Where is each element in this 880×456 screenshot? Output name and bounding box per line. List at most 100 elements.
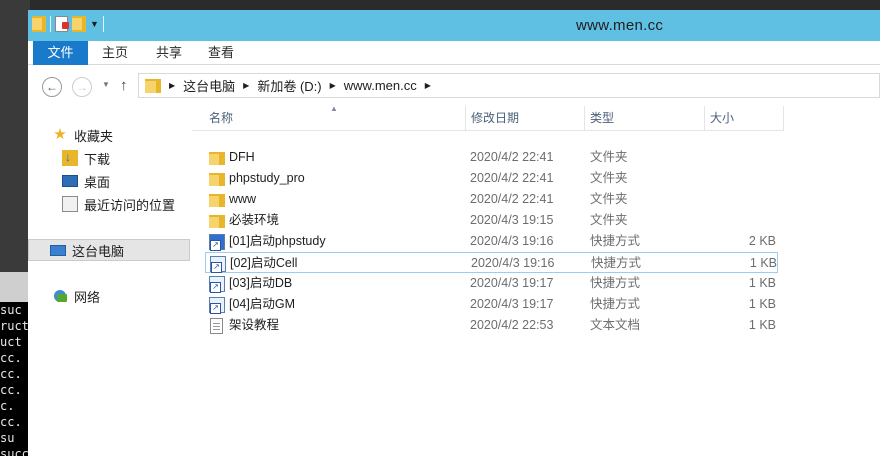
file-row[interactable]: www 2020/4/2 22:41 文件夹	[204, 189, 779, 210]
background-window	[0, 0, 30, 272]
downloads-icon	[62, 150, 78, 166]
file-date: 2020/4/2 22:41	[470, 171, 554, 185]
shortcut-icon	[210, 255, 226, 273]
file-name: 架设教程	[229, 318, 280, 332]
file-name: [02]启动Cell	[230, 256, 298, 270]
file-row[interactable]: [03]启动DB 2020/4/3 19:17 快捷方式 1 KB	[204, 273, 779, 294]
file-size	[744, 210, 776, 231]
separator	[50, 16, 51, 32]
file-row[interactable]: [04]启动GM 2020/4/3 19:17 快捷方式 1 KB	[204, 294, 779, 315]
file-name: www	[229, 192, 257, 206]
file-size: 2 KB	[748, 234, 776, 248]
file-row[interactable]: phpstudy_pro 2020/4/2 22:41 文件夹	[204, 168, 779, 189]
file-size: 1 KB	[749, 256, 777, 270]
file-type: 文件夹	[590, 171, 628, 185]
file-size: 1 KB	[748, 297, 776, 311]
folder-icon	[209, 214, 225, 228]
file-type: 快捷方式	[590, 276, 641, 290]
sidebar-item-this-pc[interactable]: 这台电脑	[28, 239, 190, 261]
window-title: www.men.cc	[576, 17, 664, 34]
recent-places-icon	[62, 196, 78, 212]
console-line: succ	[0, 447, 28, 456]
breadcrumb-current-folder[interactable]: www.men.cc	[344, 78, 417, 93]
file-type: 文件夹	[590, 192, 628, 206]
folder-icon	[32, 16, 46, 32]
file-name: DFH	[229, 150, 255, 164]
file-type: 文件夹	[590, 213, 628, 227]
customize-toolbar-icon[interactable]: ▼	[90, 19, 99, 29]
column-header-type[interactable]: 类型	[585, 106, 705, 131]
chevron-right-icon[interactable]: ▶	[425, 81, 431, 90]
navigation-bar: ← → ▼ ↑ ▶ 这台电脑 ▶ 新加卷 (D:) ▶ www.men.cc ▶	[28, 66, 880, 106]
separator	[102, 16, 104, 32]
shortcut-icon	[209, 296, 225, 314]
sidebar-item-label: 下载	[84, 151, 111, 167]
file-type: 文件夹	[590, 150, 628, 164]
console-line: cc.	[0, 367, 22, 381]
file-size	[744, 189, 776, 210]
file-type: 文本文档	[590, 318, 641, 332]
console-line: suc	[0, 303, 22, 317]
sidebar-item-favorites[interactable]: ★ 收藏夹	[52, 124, 113, 146]
file-date: 2020/4/2 22:53	[470, 318, 554, 332]
breadcrumb-this-pc[interactable]: 这台电脑	[183, 76, 235, 95]
column-header-date[interactable]: 修改日期	[466, 106, 585, 131]
back-button[interactable]: ←	[42, 77, 62, 97]
shortcut-icon	[209, 233, 225, 251]
file-name: 必装环境	[229, 213, 280, 227]
file-name: [03]启动DB	[229, 276, 293, 290]
file-date: 2020/4/2 22:41	[470, 192, 554, 206]
text-document-icon	[210, 317, 223, 334]
console-titlebar	[0, 272, 28, 302]
chevron-right-icon[interactable]: ▶	[330, 81, 336, 90]
console-line: uct	[0, 335, 22, 349]
recent-locations-dropdown[interactable]: ▼	[102, 80, 110, 89]
file-size: 1 KB	[748, 318, 776, 332]
file-name: [01]启动phpstudy	[229, 234, 326, 248]
file-row[interactable]: 架设教程 2020/4/2 22:53 文本文档 1 KB	[204, 315, 779, 336]
file-date: 2020/4/3 19:16	[470, 234, 554, 248]
properties-icon[interactable]	[55, 16, 69, 32]
tab-view[interactable]: 查看	[208, 41, 234, 65]
column-header-row: 名称 修改日期 类型 大小	[192, 106, 784, 131]
tab-file[interactable]: 文件	[33, 41, 88, 65]
folder-icon	[209, 193, 225, 207]
quick-access-toolbar: ▼	[32, 16, 104, 32]
console-line: cc.	[0, 415, 22, 429]
console-line: c.	[0, 399, 15, 413]
file-row[interactable]: 必装环境 2020/4/3 19:15 文件夹	[204, 210, 779, 231]
column-header-size[interactable]: 大小	[705, 106, 784, 131]
file-type: 快捷方式	[591, 256, 642, 270]
new-folder-icon[interactable]	[72, 16, 86, 32]
tab-share[interactable]: 共享	[156, 41, 182, 65]
console-line: su	[0, 431, 15, 445]
column-header-name[interactable]: 名称	[204, 106, 466, 131]
folder-icon	[209, 172, 225, 186]
file-row-hovered[interactable]: [02]启动Cell 2020/4/3 19:16 快捷方式 1 KB	[205, 252, 778, 273]
address-bar[interactable]: ▶ 这台电脑 ▶ 新加卷 (D:) ▶ www.men.cc ▶	[138, 73, 880, 98]
file-row[interactable]: [01]启动phpstudy 2020/4/3 19:16 快捷方式 2 KB	[204, 231, 779, 252]
computer-icon	[50, 244, 66, 256]
sidebar-item-downloads[interactable]: 下载	[62, 147, 110, 169]
breadcrumb-drive-d[interactable]: 新加卷 (D:)	[257, 76, 321, 95]
chevron-right-icon[interactable]: ▶	[169, 81, 175, 90]
console-line: cc.	[0, 351, 22, 365]
file-size: 1 KB	[748, 276, 776, 290]
explorer-window: ▼ www.men.cc 文件 主页 共享 查看 ← → ▼ ↑ ▶ 这台电脑 …	[28, 10, 880, 456]
sidebar-item-desktop[interactable]: 桌面	[62, 170, 110, 192]
sidebar-item-label: 最近访问的位置	[84, 197, 176, 213]
title-bar[interactable]: ▼ www.men.cc	[28, 10, 880, 41]
sidebar-item-label: 网络	[74, 289, 101, 305]
file-date: 2020/4/2 22:41	[470, 150, 554, 164]
sidebar-item-network[interactable]: 网络	[52, 285, 100, 307]
sidebar-item-recent-places[interactable]: 最近访问的位置	[62, 193, 175, 215]
star-icon: ★	[53, 126, 67, 143]
chevron-right-icon[interactable]: ▶	[243, 81, 249, 90]
folder-icon	[209, 151, 225, 165]
up-button[interactable]: ↑	[120, 77, 128, 94]
forward-button[interactable]: →	[72, 77, 92, 97]
tab-home[interactable]: 主页	[102, 41, 128, 65]
file-type: 快捷方式	[590, 234, 641, 248]
file-name: [04]启动GM	[229, 297, 295, 311]
file-row[interactable]: DFH 2020/4/2 22:41 文件夹	[204, 147, 779, 168]
